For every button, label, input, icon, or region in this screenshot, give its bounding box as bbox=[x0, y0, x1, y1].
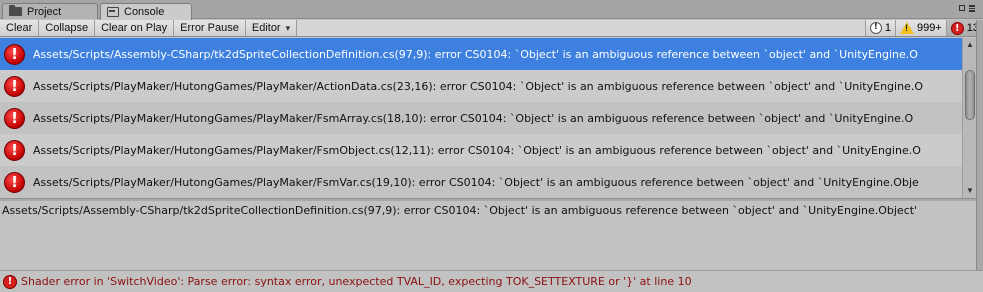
tab-options-menu[interactable] bbox=[959, 5, 975, 12]
log-row[interactable]: ! Assets/Scripts/PlayMaker/HutongGames/P… bbox=[0, 166, 962, 198]
info-count: 1 bbox=[884, 22, 891, 34]
tab-console[interactable]: Console bbox=[100, 3, 192, 20]
log-detail-text[interactable]: Assets/Scripts/Assembly-CSharp/tk2dSprit… bbox=[2, 204, 974, 217]
log-row-text: Assets/Scripts/PlayMaker/HutongGames/Pla… bbox=[33, 111, 914, 125]
log-list: ! Assets/Scripts/Assembly-CSharp/tk2dSpr… bbox=[0, 38, 962, 198]
log-row[interactable]: ! Assets/Scripts/PlayMaker/HutongGames/P… bbox=[0, 134, 962, 166]
console-toolbar: Clear Collapse Clear on Play Error Pause… bbox=[0, 20, 983, 37]
log-row-text: Assets/Scripts/PlayMaker/HutongGames/Pla… bbox=[33, 79, 923, 93]
error-icon: ! bbox=[4, 139, 25, 161]
status-bar[interactable]: ! Shader error in 'SwitchVideo': Parse e… bbox=[0, 270, 983, 292]
error-icon: ! bbox=[4, 75, 25, 97]
info-filter-toggle[interactable]: ! 1 bbox=[864, 20, 895, 36]
warning-count: 999+ bbox=[916, 22, 942, 34]
lock-icon[interactable] bbox=[959, 5, 965, 12]
editor-dropdown[interactable]: Editor bbox=[245, 20, 298, 36]
log-detail-pane[interactable]: Assets/Scripts/Assembly-CSharp/tk2dSprit… bbox=[0, 201, 976, 268]
collapse-toggle[interactable]: Collapse bbox=[39, 20, 96, 36]
tab-bar: Project Console bbox=[0, 0, 983, 20]
log-scrollbar[interactable]: ▲ ▼ bbox=[962, 38, 976, 198]
tab-console-label: Console bbox=[124, 6, 165, 18]
scroll-up-arrow-icon[interactable]: ▲ bbox=[965, 40, 975, 50]
log-row[interactable]: ! Assets/Scripts/Assembly-CSharp/tk2dSpr… bbox=[0, 38, 962, 70]
error-icon: ! bbox=[3, 274, 17, 289]
tab-project-label: Project bbox=[27, 5, 62, 18]
console-icon bbox=[107, 7, 119, 17]
menu-icon[interactable] bbox=[969, 5, 975, 12]
clear-on-play-toggle[interactable]: Clear on Play bbox=[95, 20, 175, 36]
error-icon: ! bbox=[4, 107, 25, 129]
log-row[interactable]: ! Assets/Scripts/PlayMaker/HutongGames/P… bbox=[0, 70, 962, 102]
warning-filter-toggle[interactable]: 999+ bbox=[894, 20, 946, 36]
folder-icon bbox=[9, 5, 22, 16]
error-icon: ! bbox=[950, 21, 964, 35]
log-row-text: Assets/Scripts/PlayMaker/HutongGames/Pla… bbox=[33, 143, 921, 157]
log-row-text: Assets/Scripts/PlayMaker/HutongGames/Pla… bbox=[33, 175, 919, 189]
error-pause-toggle[interactable]: Error Pause bbox=[174, 20, 246, 36]
scrollbar-thumb[interactable] bbox=[965, 70, 975, 120]
tab-project[interactable]: Project bbox=[2, 3, 98, 19]
error-icon: ! bbox=[4, 171, 25, 193]
status-message[interactable]: Shader error in 'SwitchVideo': Parse err… bbox=[21, 275, 692, 288]
error-icon: ! bbox=[4, 43, 25, 65]
window-edge bbox=[976, 20, 983, 270]
warning-icon bbox=[899, 22, 914, 34]
log-row-text: Assets/Scripts/Assembly-CSharp/tk2dSprit… bbox=[33, 47, 918, 61]
log-row[interactable]: ! Assets/Scripts/PlayMaker/HutongGames/P… bbox=[0, 102, 962, 134]
scroll-down-arrow-icon[interactable]: ▼ bbox=[965, 186, 975, 196]
clear-button[interactable]: Clear bbox=[0, 20, 40, 36]
info-icon: ! bbox=[869, 22, 882, 34]
